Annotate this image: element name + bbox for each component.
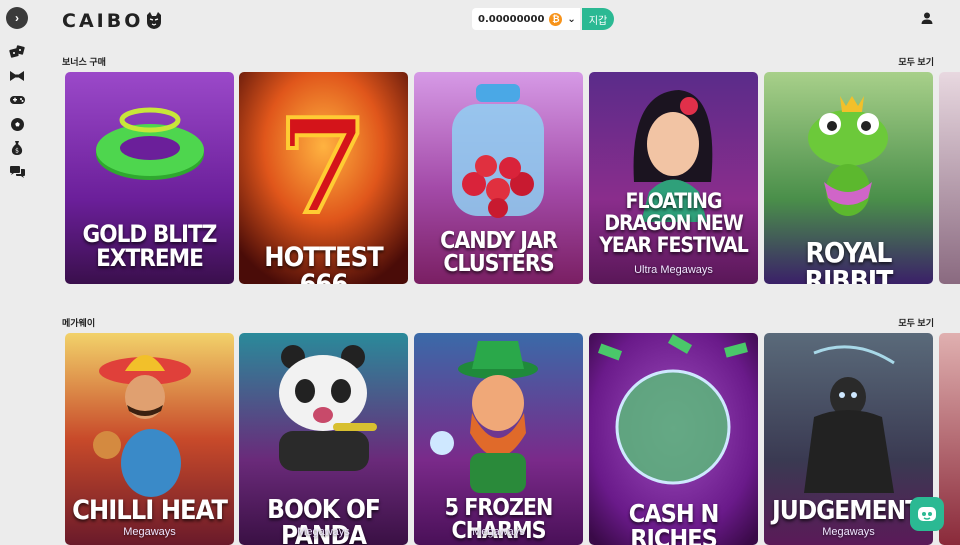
game-card[interactable]: CASH N RICHES — [589, 333, 758, 545]
game-card[interactable]: BOOK OF PANDA Megaways — [239, 333, 408, 545]
game-card[interactable]: CANDY JAR CLUSTERS — [414, 72, 583, 284]
user-icon[interactable] — [920, 11, 934, 25]
chevron-down-icon: ⌄ — [567, 13, 576, 25]
game-subtitle: Megaways — [472, 526, 525, 538]
chat-bubbles-icon[interactable] — [8, 164, 26, 180]
game-subtitle: Ultra Megaways — [634, 264, 713, 276]
game-art-image — [939, 72, 960, 284]
svg-text:7: 7 — [278, 90, 368, 243]
game-title: CASH N RICHES — [628, 499, 720, 545]
game-card[interactable]: FLOATING DRAGON NEW YEAR FESTIVAL Ultra … — [589, 72, 758, 284]
game-title: GOLD BLITZ EXTREME — [82, 220, 218, 272]
game-title: HOTTEST 666 — [264, 242, 383, 284]
game-card[interactable]: 5 FROZEN CHARMS Megaways — [414, 333, 583, 545]
sidebar: › $ — [0, 0, 34, 544]
section-title-megaways: 메가웨이 — [62, 318, 96, 328]
balance-selector[interactable]: 0.00000000 ₿ ⌄ — [472, 8, 580, 30]
money-bag-icon[interactable]: $ — [8, 140, 26, 156]
gamepad-icon[interactable] — [8, 92, 26, 108]
game-subtitle: Megaways — [822, 526, 875, 538]
sidebar-expand-button[interactable]: › — [6, 7, 28, 29]
section-title-bonus-buy: 보너스 구매 — [62, 57, 106, 67]
game-card-partial[interactable] — [939, 72, 960, 284]
game-card[interactable]: GOLD BLITZ EXTREME — [65, 72, 234, 284]
view-all-bonus-buy-link[interactable]: 모두 보기 — [898, 55, 934, 68]
svg-text:$: $ — [15, 148, 19, 155]
support-bot-icon — [918, 507, 936, 521]
bowtie-icon[interactable] — [8, 68, 26, 84]
bonus-buy-game-row: GOLD BLITZ EXTREME 7 HOTTEST 666 CANDY J… — [65, 72, 960, 284]
brand-logo-text: CAIBO — [62, 10, 144, 32]
balance-amount: 0.00000000 — [478, 13, 545, 25]
game-card[interactable]: CHILLI HEAT Megaways — [65, 333, 234, 545]
wallet-widget: 0.00000000 ₿ ⌄ 지갑 — [472, 8, 615, 30]
game-title: FLOATING DRAGON NEW YEAR FESTIVAL — [599, 189, 749, 258]
soccer-ball-icon[interactable] — [8, 116, 26, 132]
cat-logo-icon — [147, 12, 162, 29]
wallet-button[interactable]: 지갑 — [581, 8, 615, 30]
game-card[interactable]: 7 HOTTEST 666 — [239, 72, 408, 284]
game-subtitle: Megaways — [297, 526, 350, 538]
game-card[interactable]: JUDGEMENT DA Megaways — [764, 333, 933, 545]
game-subtitle: Megaways — [123, 526, 176, 538]
game-card[interactable]: ROYAL RIBBIT — [764, 72, 933, 284]
brand-logo[interactable]: CAIBO — [62, 8, 163, 34]
game-title: CANDY JAR CLUSTERS — [440, 228, 558, 277]
game-title: JUDGEMENT DA — [772, 496, 933, 526]
game-title: ROYAL RIBBIT — [804, 236, 894, 285]
bitcoin-icon: ₿ — [549, 12, 563, 26]
view-all-megaways-link[interactable]: 모두 보기 — [898, 316, 934, 329]
game-title: CHILLI HEAT — [72, 495, 228, 526]
dice-icon[interactable] — [8, 44, 26, 60]
megaways-game-row: CHILLI HEAT Megaways BOOK OF PANDA Megaw… — [65, 333, 960, 545]
support-chat-button[interactable] — [910, 497, 944, 531]
